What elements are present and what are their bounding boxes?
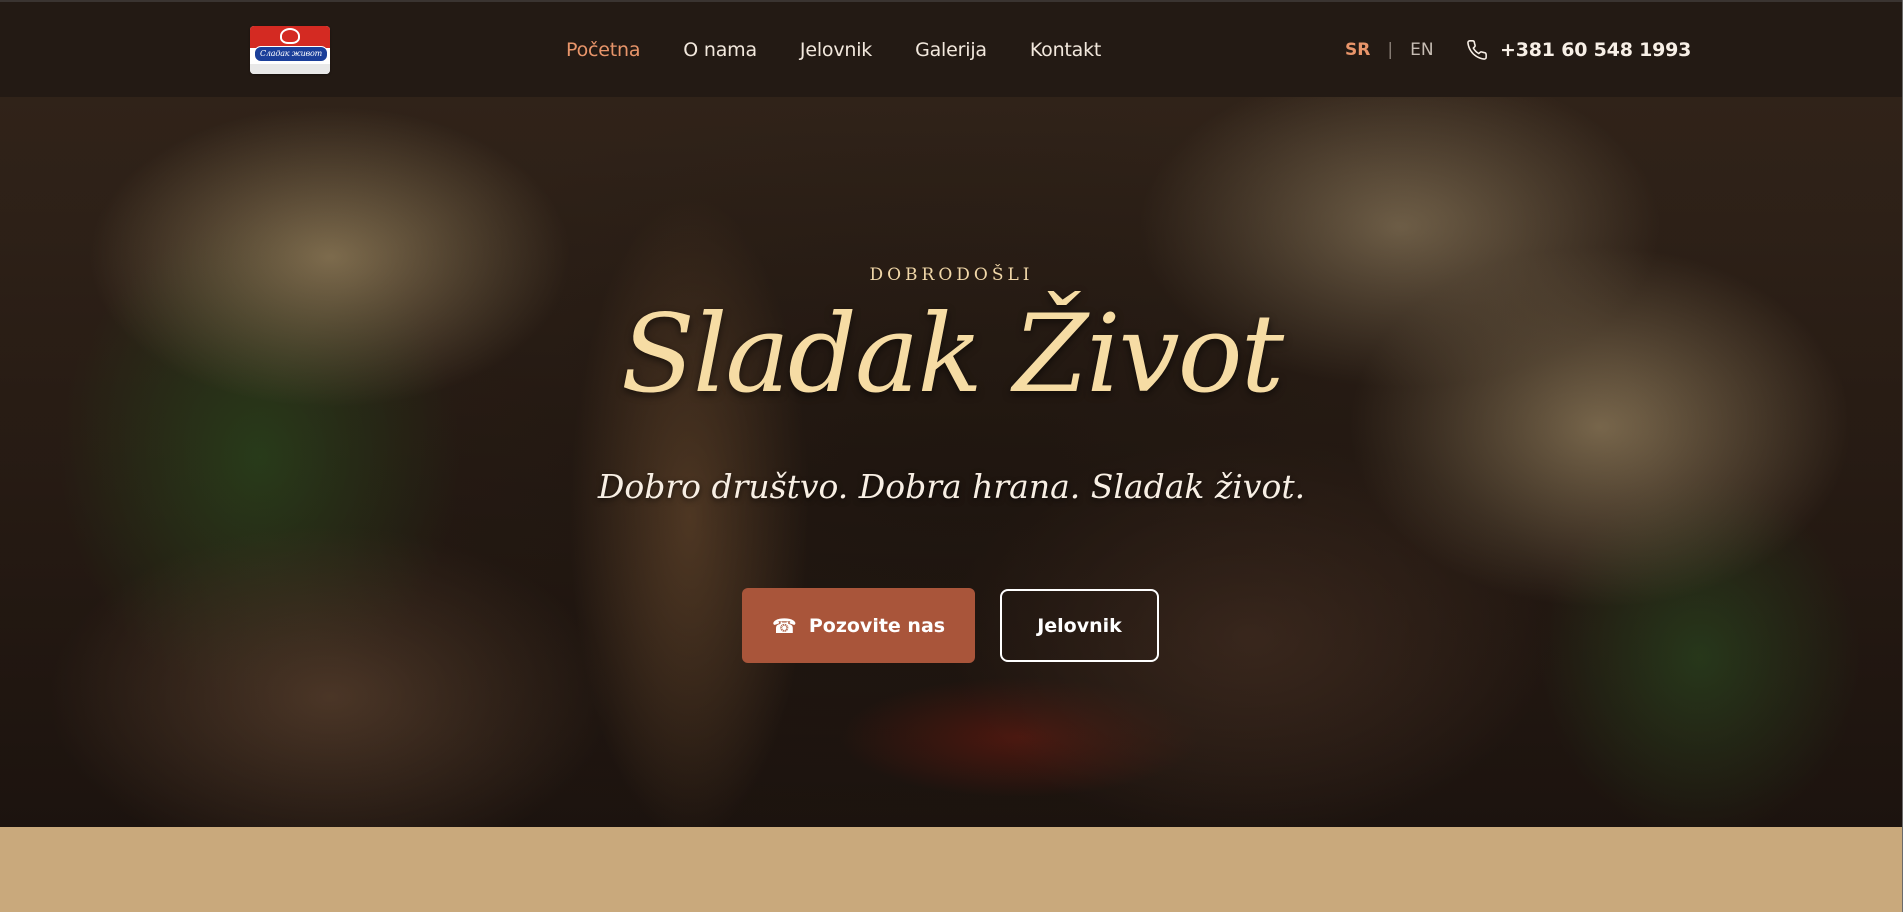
phone-number[interactable]: +381 60 548 1993 — [1500, 39, 1691, 61]
chef-hat-icon — [280, 28, 300, 44]
header-phone[interactable]: +381 60 548 1993 — [1466, 2, 1691, 97]
nav-link-jelovnik[interactable]: Jelovnik — [800, 39, 872, 61]
hero-eyebrow: DOBRODOŠLI — [869, 265, 1034, 285]
call-us-label: Pozovite nas — [808, 614, 946, 637]
nav-link-pocetna[interactable]: Početna — [566, 39, 640, 61]
main-navigation: Početna O nama Jelovnik Galerija Kontakt — [566, 2, 1101, 97]
language-switcher: SR | EN — [1345, 2, 1434, 97]
menu-button[interactable]: Jelovnik — [1000, 589, 1159, 662]
hero-background-image — [0, 97, 1903, 827]
logo-text: Сладак живот — [254, 46, 328, 62]
next-section — [0, 827, 1903, 912]
hero-title: Sladak Život — [620, 292, 1284, 417]
phone-icon — [1466, 39, 1488, 61]
logo-white-base — [250, 64, 330, 74]
language-separator: | — [1387, 39, 1394, 60]
telephone-icon: ☎ — [771, 613, 797, 638]
nav-link-o-nama[interactable]: O nama — [683, 39, 757, 61]
hero-tagline: Dobro društvo. Dobra hrana. Sladak život… — [597, 467, 1306, 506]
site-logo[interactable]: Сладак живот — [250, 26, 330, 74]
menu-button-label: Jelovnik — [1037, 614, 1122, 637]
nav-link-galerija[interactable]: Galerija — [915, 39, 987, 61]
hero-section: DOBRODOŠLI Sladak Život Dobro društvo. D… — [0, 97, 1903, 827]
nav-link-kontakt[interactable]: Kontakt — [1030, 39, 1102, 61]
language-en[interactable]: EN — [1410, 40, 1433, 60]
site-header: Сладак живот Početna O nama Jelovnik Gal… — [0, 2, 1903, 97]
language-sr[interactable]: SR — [1345, 40, 1370, 60]
call-us-button[interactable]: ☎ Pozovite nas — [742, 588, 975, 663]
